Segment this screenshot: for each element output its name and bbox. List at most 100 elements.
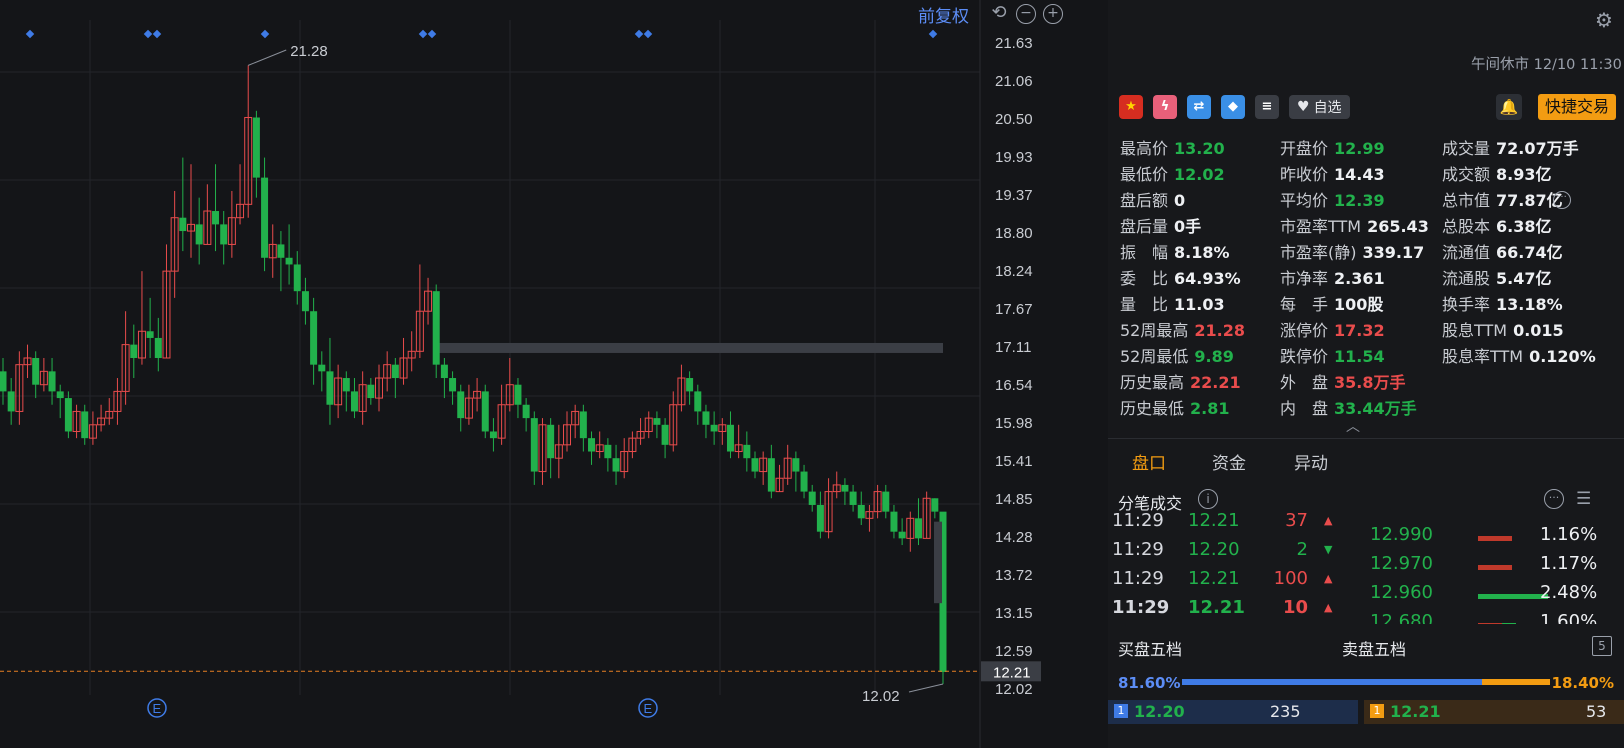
buy-sell-ratio-bar: 81.60% 18.40% bbox=[1118, 672, 1614, 694]
undo-icon[interactable]: ⟲ bbox=[990, 4, 1008, 22]
arrow-down-icon: ▼ bbox=[1324, 543, 1333, 556]
y-tick-label: 14.28 bbox=[995, 529, 1033, 546]
stat-value: 339.17 bbox=[1362, 243, 1425, 262]
candle-body bbox=[0, 371, 7, 392]
zoom-in-icon[interactable]: + bbox=[1043, 4, 1063, 24]
event-diamond-icon bbox=[928, 29, 938, 39]
list-view-icon[interactable]: ☰ bbox=[1576, 489, 1591, 509]
candle-body bbox=[81, 411, 89, 439]
more-options-icon[interactable]: ··· bbox=[1544, 489, 1564, 509]
stat-value: 2.361 bbox=[1334, 269, 1385, 288]
event-diamond-icon bbox=[418, 29, 428, 39]
stat-value: 265.43 bbox=[1367, 217, 1429, 236]
candle-body bbox=[179, 217, 187, 232]
document-icon[interactable]: ≡ bbox=[1255, 95, 1279, 119]
book-level-1[interactable]: 1 12.20 235 1 12.21 53 bbox=[1108, 700, 1624, 724]
stat-item: 最低价 12.02 bbox=[1120, 164, 1225, 186]
price-distribution-list[interactable]: 12.990 1.16% 12.970 1.17% 12.960 2.48% 12.680 1… bbox=[1362, 512, 1624, 624]
collapse-chevron-icon[interactable]: ︿ bbox=[1346, 416, 1360, 436]
tick-time: 11:29 bbox=[1112, 539, 1164, 560]
buy-book-title: 买盘五档 bbox=[1118, 640, 1183, 659]
high-annotation: 21.28 bbox=[290, 43, 328, 60]
candle-body bbox=[432, 291, 440, 365]
stat-value: 22.21 bbox=[1190, 373, 1241, 392]
sell-book-title: 卖盘五档 bbox=[1342, 640, 1407, 659]
candle-body bbox=[342, 378, 350, 392]
y-tick-label: 17.11 bbox=[995, 339, 1031, 356]
buy-level-1[interactable]: 1 12.20 235 bbox=[1108, 700, 1358, 724]
label-tag-icon[interactable]: ◆ bbox=[1221, 95, 1245, 119]
candle-body bbox=[457, 391, 465, 419]
info-icon[interactable]: i bbox=[1198, 489, 1218, 509]
shuffle-tag-icon[interactable]: ⇄ bbox=[1187, 95, 1211, 119]
distribution-price: 12.680 bbox=[1370, 611, 1433, 624]
event-diamond-icon bbox=[25, 29, 35, 39]
stat-item: 跌停价 11.54 bbox=[1280, 346, 1385, 368]
distribution-price: 12.970 bbox=[1370, 553, 1433, 574]
stat-label: 历史最高 bbox=[1120, 373, 1185, 392]
stat-value: 12.99 bbox=[1334, 139, 1385, 158]
stat-item: 换手率 13.18% bbox=[1442, 294, 1563, 316]
add-watchlist-button[interactable]: ♥ 自选 bbox=[1289, 95, 1350, 119]
kline-chart[interactable]: 21.28 12.02 21.63 21.06 20.50 19.93 19.37 18.80… bbox=[0, 0, 1070, 748]
stat-label: 市盈率(静) bbox=[1280, 243, 1357, 262]
lightning-tag-icon[interactable]: ϟ bbox=[1153, 95, 1177, 119]
kline-chart-panel[interactable]: 21.28 12.02 21.63 21.06 20.50 19.93 19.37 18.80… bbox=[0, 0, 1070, 748]
event-diamond-icon bbox=[634, 29, 644, 39]
tab-funds[interactable]: 资金 bbox=[1212, 449, 1246, 474]
stat-value: 8.18% bbox=[1174, 243, 1230, 262]
distribution-bar bbox=[1478, 536, 1512, 541]
more-icon[interactable]: ··· bbox=[1553, 191, 1571, 209]
candle-body bbox=[547, 424, 555, 459]
high-annotation-leader bbox=[248, 49, 287, 66]
distribution-pct: 1.16% bbox=[1540, 524, 1598, 545]
tick-trades-title: 分笔成交 bbox=[1118, 494, 1183, 513]
candle-body bbox=[64, 398, 72, 432]
y-tick-label: 18.80 bbox=[995, 225, 1033, 242]
bell-icon[interactable]: 🔔 bbox=[1496, 94, 1522, 120]
candle-body bbox=[146, 331, 154, 338]
candle-body bbox=[367, 384, 375, 399]
stat-item: 流通值 66.74亿 bbox=[1442, 242, 1563, 264]
tab-alerts[interactable]: 异动 bbox=[1294, 449, 1328, 474]
tick-trades-list[interactable]: 11:29 12.21 37 ▲ 11:29 12.20 2 ▼ 11:29 12.21 100 ▲ 1… bbox=[1108, 512, 1338, 624]
zoom-out-icon[interactable]: − bbox=[1016, 4, 1036, 24]
y-tick-label: 12.59 bbox=[995, 643, 1033, 660]
stat-value: 5.47亿 bbox=[1496, 269, 1552, 288]
book-depth-icon[interactable]: 5 bbox=[1592, 636, 1612, 656]
stat-label: 股息率TTM bbox=[1442, 347, 1524, 366]
tab-handicap[interactable]: 盘口 bbox=[1132, 449, 1166, 474]
gap-marker bbox=[934, 521, 942, 604]
stat-item: 52周最低 9.89 bbox=[1120, 346, 1234, 368]
y-tick-label: 19.93 bbox=[995, 149, 1033, 166]
stat-value: 6.38亿 bbox=[1496, 217, 1552, 236]
stat-value: 100股 bbox=[1334, 295, 1384, 314]
sell-ratio: 18.40% bbox=[1551, 674, 1614, 692]
stat-item: 流通股 5.47亿 bbox=[1442, 268, 1552, 290]
y-tick-label: 13.72 bbox=[995, 567, 1033, 584]
stat-item: 成交量 72.07万手 bbox=[1442, 138, 1579, 160]
stat-item: 盘后量 0手 bbox=[1120, 216, 1201, 238]
candle-body bbox=[195, 224, 203, 245]
candle-body bbox=[261, 177, 269, 258]
candle-body bbox=[579, 411, 587, 439]
stat-value: 72.07万手 bbox=[1496, 139, 1579, 158]
candle-body bbox=[661, 424, 669, 445]
price-adjust-toggle[interactable]: 前复权 bbox=[918, 2, 969, 27]
candle-body bbox=[301, 291, 309, 312]
sell-level-1[interactable]: 1 12.21 53 bbox=[1364, 700, 1624, 724]
candle-body bbox=[220, 224, 228, 245]
stat-label: 内 盘 bbox=[1280, 399, 1329, 418]
stat-label: 振 幅 bbox=[1120, 243, 1169, 262]
y-tick-label: 19.37 bbox=[995, 187, 1033, 204]
settings-gear-icon[interactable]: ⚙ bbox=[1595, 10, 1615, 30]
quick-trade-button[interactable]: 快捷交易 bbox=[1538, 94, 1616, 120]
stat-label: 历史最低 bbox=[1120, 399, 1185, 418]
stat-value: 14.43 bbox=[1334, 165, 1385, 184]
tick-time: 11:29 bbox=[1112, 597, 1170, 618]
stat-value: 12.02 bbox=[1174, 165, 1225, 184]
stat-label: 开盘价 bbox=[1280, 139, 1329, 158]
y-tick-label: 15.41 bbox=[995, 453, 1033, 470]
candle-body bbox=[318, 364, 326, 372]
stat-label: 52周最高 bbox=[1120, 321, 1189, 340]
